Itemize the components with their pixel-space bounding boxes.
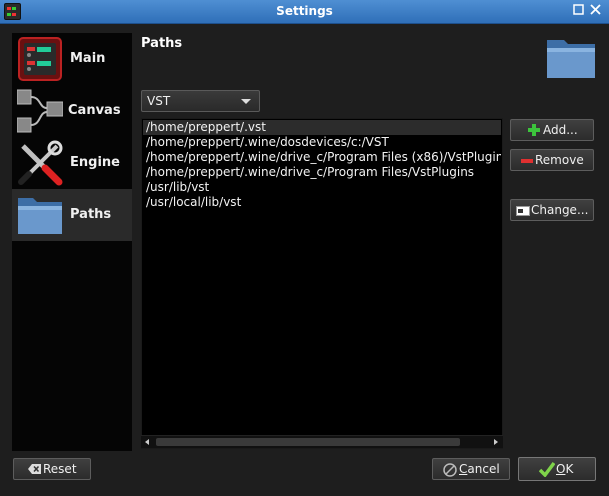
ok-button-label: OK [556, 462, 574, 476]
list-item[interactable]: /usr/local/lib/vst [143, 195, 501, 210]
sidebar-item-label: Paths [70, 207, 112, 222]
reset-button-label: Reset [43, 462, 77, 476]
settings-sidebar: Main Canvas Engine Paths [12, 33, 132, 451]
folder-icon [17, 192, 63, 238]
cancel-button-label: Cancel [459, 462, 500, 476]
list-item[interactable]: /home/preppert/.vst [143, 120, 501, 135]
scrollbar-thumb[interactable] [156, 438, 460, 446]
list-item[interactable]: /usr/lib/vst [143, 180, 501, 195]
sidebar-item-label: Engine [70, 155, 120, 170]
window-title: Settings [276, 4, 333, 18]
scroll-right-icon[interactable] [489, 436, 502, 448]
sidebar-item-main[interactable]: Main [12, 33, 132, 85]
list-item[interactable]: /home/preppert/.wine/drive_c/Program Fil… [143, 150, 501, 165]
sidebar-item-label: Main [70, 51, 106, 66]
path-list[interactable]: /home/preppert/.vst /home/preppert/.wine… [141, 118, 503, 449]
remove-button-label: Remove [535, 153, 584, 167]
folder-icon [546, 38, 596, 80]
list-item[interactable]: /home/preppert/.wine/drive_c/Program Fil… [143, 165, 501, 180]
sidebar-item-engine[interactable]: Engine [12, 137, 132, 189]
horizontal-scrollbar[interactable] [141, 435, 503, 448]
tools-icon [17, 140, 63, 186]
minus-icon [521, 159, 533, 163]
maximize-icon[interactable] [571, 4, 586, 19]
plus-icon [528, 124, 540, 136]
plugin-type-select[interactable]: VST [141, 90, 260, 112]
canvas-icon [16, 88, 64, 134]
plugin-type-value: VST [147, 94, 171, 108]
clear-icon [28, 464, 41, 474]
add-button-label: Add... [543, 123, 578, 137]
cancel-icon [443, 463, 457, 477]
rename-icon [516, 206, 530, 216]
add-path-button[interactable]: Add... [510, 119, 594, 141]
title-bar: Settings [0, 0, 609, 24]
list-item[interactable]: /home/preppert/.wine/dosdevices/c:/VST [143, 135, 501, 150]
close-icon[interactable] [588, 4, 603, 19]
cancel-button[interactable]: Cancel [432, 458, 510, 480]
ok-button[interactable]: OK [518, 457, 596, 481]
scroll-left-icon[interactable] [142, 436, 155, 448]
remove-path-button[interactable]: Remove [510, 149, 594, 171]
sidebar-item-canvas[interactable]: Canvas [12, 85, 132, 137]
reset-button[interactable]: Reset [13, 458, 91, 480]
checkmark-icon [539, 461, 555, 477]
chevron-down-icon [241, 99, 251, 104]
page-title: Paths [141, 36, 183, 51]
change-button-label: Change... [531, 203, 589, 217]
change-path-button[interactable]: Change... [510, 199, 594, 221]
sidebar-item-paths[interactable]: Paths [12, 189, 132, 241]
carla-main-icon [17, 36, 63, 82]
sidebar-item-label: Canvas [68, 103, 121, 118]
